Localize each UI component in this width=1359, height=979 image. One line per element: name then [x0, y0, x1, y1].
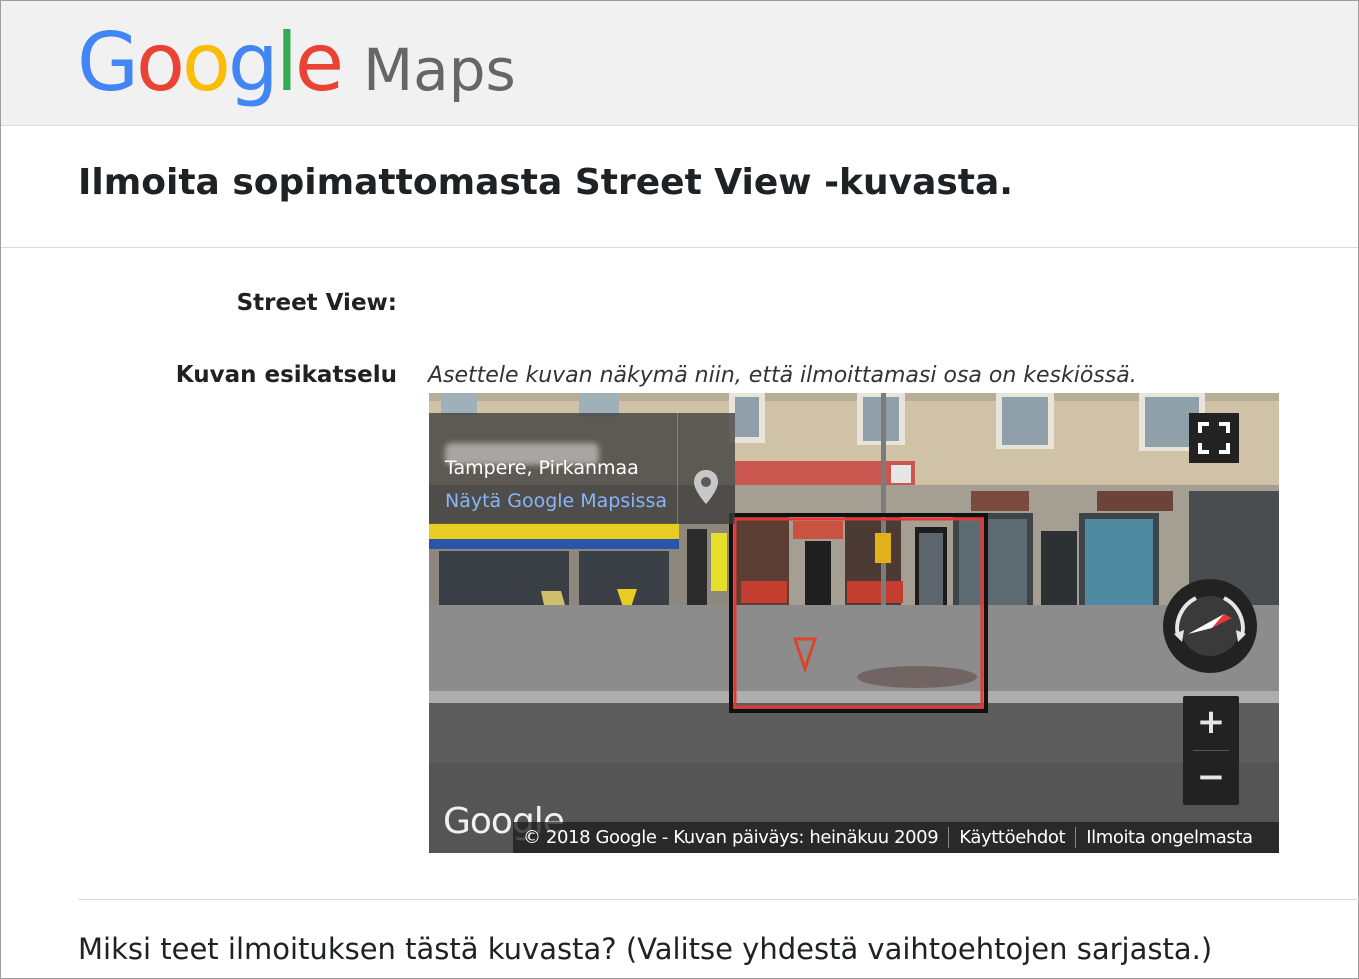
- logo-letter: o: [136, 16, 185, 109]
- page-title: Ilmoita sopimattomasta Street View -kuva…: [78, 162, 1013, 203]
- logo-letter: g: [227, 16, 279, 109]
- zoom-in-button[interactable]: +: [1183, 696, 1239, 750]
- location-city: Tampere, Pirkanmaa: [445, 457, 639, 479]
- fullscreen-icon: [1198, 422, 1230, 454]
- terms-link[interactable]: Käyttöehdot: [948, 827, 1075, 848]
- google-wordmark: Google: [77, 23, 344, 103]
- divider: [78, 899, 1359, 900]
- card-separator: [677, 413, 678, 524]
- street-view-label: Street View:: [236, 290, 397, 316]
- zoom-out-button[interactable]: −: [1183, 751, 1239, 805]
- fullscreen-button[interactable]: [1189, 413, 1239, 463]
- preview-hint: Asettele kuvan näkymä niin, että ilmoitt…: [428, 363, 1137, 388]
- zoom-controls: + −: [1183, 696, 1239, 805]
- product-name: Maps: [363, 36, 516, 104]
- logo-letter: o: [181, 16, 231, 109]
- viewer-footer: © 2018 Google - Kuvan päiväys: heinäkuu …: [513, 822, 1279, 853]
- logo-letter: l: [275, 16, 298, 109]
- compass-icon[interactable]: [1162, 578, 1258, 674]
- copyright-text: © 2018 Google - Kuvan päiväys: heinäkuu …: [523, 827, 939, 848]
- preview-label: Kuvan esikatselu: [175, 362, 397, 388]
- street-view-preview[interactable]: Tampere, Pirkanmaa Näytä Google Mapsissa…: [429, 393, 1279, 853]
- logo-letter: e: [294, 16, 344, 109]
- map-pin-icon[interactable]: [691, 468, 721, 508]
- view-in-maps-link[interactable]: Näytä Google Mapsissa: [445, 490, 667, 512]
- logo-letter: G: [77, 16, 139, 109]
- google-maps-logo[interactable]: Google Maps: [77, 23, 516, 115]
- location-card: Tampere, Pirkanmaa Näytä Google Mapsissa: [429, 413, 735, 524]
- report-question: Miksi teet ilmoituksen tästä kuvasta? (V…: [78, 932, 1213, 966]
- divider: [1, 247, 1358, 248]
- report-problem-link[interactable]: Ilmoita ongelmasta: [1075, 827, 1262, 848]
- header: Google Maps: [1, 1, 1358, 126]
